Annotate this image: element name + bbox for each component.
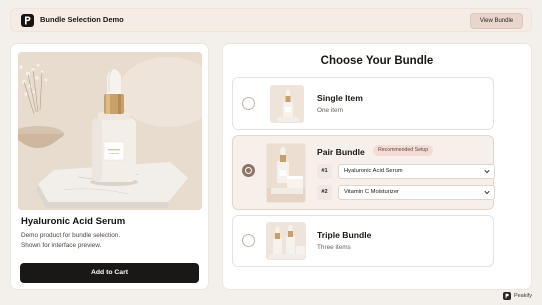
product-description-line2: Shown for interface preview. bbox=[21, 242, 102, 249]
product-name: Hyaluronic Acid Serum bbox=[21, 216, 126, 227]
bundle-title-triple: Triple Bundle bbox=[317, 230, 372, 240]
bundle-subtitle-single: One item bbox=[317, 107, 343, 114]
pair-item-row-1: #1 Hyaluronic Acid Serum bbox=[317, 164, 495, 179]
p-logo-icon bbox=[502, 291, 511, 300]
item-select-1-value: Hyaluronic Acid Serum bbox=[344, 168, 403, 174]
radio-single[interactable] bbox=[242, 97, 255, 110]
bundle-option-single[interactable]: Single Item One item bbox=[232, 77, 494, 130]
item-select-2-value: Vitamin C Moisturizer bbox=[344, 189, 399, 195]
bundle-subtitle-triple: Three items bbox=[317, 244, 351, 251]
bundle-title-pair: Pair Bundle bbox=[317, 147, 365, 157]
bundle-option-triple[interactable]: Triple Bundle Three items bbox=[232, 215, 494, 267]
add-to-cart-button[interactable]: Add to Cart bbox=[20, 263, 199, 283]
product-card: Hyaluronic Acid Serum Demo product for b… bbox=[10, 43, 209, 290]
brand-name: Peakify bbox=[513, 293, 532, 299]
product-description: Demo product for bundle selection. Shown… bbox=[21, 231, 191, 251]
radio-pair[interactable] bbox=[242, 164, 255, 177]
item-select-2[interactable]: Vitamin C Moisturizer bbox=[338, 185, 495, 200]
bundle-title-single: Single Item bbox=[317, 93, 363, 103]
app-title: Bundle Selection Demo bbox=[40, 15, 124, 24]
recommended-badge: Recommended Setup bbox=[373, 145, 434, 156]
chevron-down-icon bbox=[484, 169, 490, 174]
single-item-thumbnail bbox=[270, 85, 304, 123]
top-bar: Bundle Selection Demo View Bundle bbox=[10, 8, 532, 32]
pair-item-row-2: #2 Vitamin C Moisturizer bbox=[317, 185, 495, 200]
radio-triple[interactable] bbox=[242, 234, 255, 247]
view-bundle-button[interactable]: View Bundle bbox=[470, 13, 523, 29]
pair-bundle-thumbnail bbox=[266, 143, 306, 203]
bundle-section-title: Choose Your Bundle bbox=[320, 55, 434, 67]
item-number-2: #2 bbox=[317, 185, 332, 200]
item-select-1[interactable]: Hyaluronic Acid Serum bbox=[338, 164, 495, 179]
product-description-line1: Demo product for bundle selection. bbox=[21, 232, 121, 239]
item-number-1: #1 bbox=[317, 164, 332, 179]
chevron-down-icon bbox=[484, 190, 490, 195]
p-logo-icon bbox=[21, 14, 34, 27]
bundle-option-pair[interactable]: Pair Bundle Recommended Setup #1 Hyaluro… bbox=[232, 135, 495, 210]
product-image bbox=[18, 52, 202, 210]
triple-bundle-thumbnail bbox=[266, 222, 306, 260]
bundle-selection-panel: Choose Your Bundle Single Item One item bbox=[222, 43, 532, 290]
brand-footer: Peakify bbox=[502, 291, 532, 301]
